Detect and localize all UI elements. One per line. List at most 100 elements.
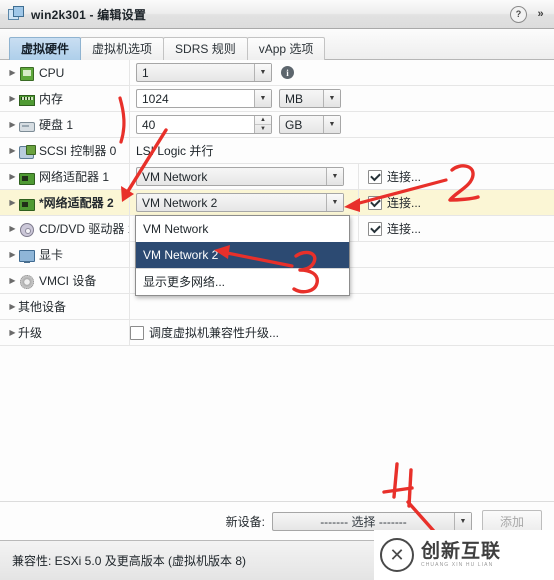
help-icon[interactable]: ? bbox=[510, 5, 527, 23]
window-title: win2k301 - 编辑设置 bbox=[31, 7, 147, 22]
expand-arrow-icon[interactable]: ▶ bbox=[7, 146, 18, 155]
expand-arrow-icon[interactable]: ▶ bbox=[7, 224, 18, 233]
device-row-scsi-controller[interactable]: ▶ SCSI 控制器 0 LSI Logic 并行 bbox=[0, 138, 554, 164]
expand-arrow-icon[interactable]: ▶ bbox=[7, 276, 18, 285]
device-row-network-adapter-2[interactable]: ▶ *网络适配器 2 VM Network 2 ▼ 连接... bbox=[0, 190, 554, 216]
network-1-combo[interactable]: VM Network ▼ bbox=[136, 167, 344, 186]
expand-arrow-icon[interactable]: ▶ bbox=[7, 94, 18, 103]
scsi-icon bbox=[18, 144, 36, 159]
expand-chevron-icon[interactable]: » bbox=[532, 7, 547, 22]
network-1-connect-cell[interactable]: 连接... bbox=[358, 164, 554, 189]
device-label-cell-other[interactable]: ▶ 其他设备 bbox=[0, 294, 130, 319]
cpu-count-combo[interactable]: 1 ▼ bbox=[136, 63, 272, 82]
network-2-dropdown-list[interactable]: VM Network VM Network 2 显示更多网络... bbox=[135, 215, 350, 296]
watermark-text: 创新互联 CHUANG XIN HU LIAN bbox=[421, 541, 501, 569]
chevron-down-icon[interactable]: ▼ bbox=[454, 512, 471, 530]
new-device-value: ------- 选择 ------- bbox=[320, 514, 407, 529]
dropdown-option-show-more-networks[interactable]: 显示更多网络... bbox=[136, 268, 349, 295]
device-label-network-2: *网络适配器 2 bbox=[39, 196, 114, 210]
chevron-down-icon[interactable]: ▼ bbox=[323, 90, 340, 107]
device-row-cpu[interactable]: ▶ CPU 1 ▼ i bbox=[0, 60, 554, 86]
device-row-harddisk[interactable]: ▶ 硬盘 1 40 ▲ ▼ GB ▼ bbox=[0, 112, 554, 138]
new-device-label: 新设备: bbox=[225, 514, 265, 529]
device-label-cell-videocard[interactable]: ▶ 显卡 bbox=[0, 242, 130, 267]
harddisk-size-input[interactable]: 40 ▲ ▼ bbox=[136, 115, 272, 134]
watermark-sub-text: CHUANG XIN HU LIAN bbox=[421, 562, 494, 569]
cpu-count-value: 1 bbox=[142, 65, 149, 80]
chevron-down-icon[interactable]: ▼ bbox=[254, 90, 271, 107]
expand-arrow-icon[interactable]: ▶ bbox=[7, 328, 18, 337]
info-icon[interactable]: i bbox=[281, 66, 294, 79]
device-label-cell-vmci[interactable]: ▶ VMCI 设备 bbox=[0, 268, 130, 293]
harddisk-unit-value: GB bbox=[285, 117, 303, 132]
new-device-combo[interactable]: ------- 选择 ------- ▼ bbox=[272, 511, 472, 531]
expand-arrow-icon[interactable]: ▶ bbox=[7, 198, 18, 207]
expand-arrow-icon[interactable]: ▶ bbox=[7, 172, 18, 181]
device-row-other-devices[interactable]: ▶ 其他设备 bbox=[0, 294, 554, 320]
device-row-memory[interactable]: ▶ 内存 1024 ▼ MB ▼ bbox=[0, 86, 554, 112]
scsi-controller-type: LSI Logic 并行 bbox=[136, 144, 214, 158]
tab-strip: 虚拟硬件 虚拟机选项 SDRS 规则 vApp 选项 bbox=[0, 29, 554, 60]
network-1-connect-checkbox[interactable] bbox=[368, 169, 382, 184]
cddvd-connect-checkbox[interactable] bbox=[368, 221, 382, 236]
device-label-upgrade: 升级 bbox=[18, 326, 43, 340]
cpu-icon bbox=[18, 66, 34, 81]
device-label-other: 其他设备 bbox=[18, 300, 67, 314]
dropdown-option-vm-network-2[interactable]: VM Network 2 bbox=[136, 242, 349, 268]
device-label-cddvd: CD/DVD 驱动器 1 bbox=[39, 222, 129, 236]
device-label-cell-network-1[interactable]: ▶ 网络适配器 1 bbox=[0, 164, 130, 189]
network-icon bbox=[18, 170, 35, 185]
tab-virtual-hardware[interactable]: 虚拟硬件 bbox=[9, 37, 82, 60]
device-label-cell-upgrade[interactable]: ▶ 升级 bbox=[0, 320, 130, 345]
device-value-cell-cpu: 1 ▼ i bbox=[130, 60, 554, 85]
schedule-upgrade-checkbox[interactable] bbox=[130, 325, 144, 340]
memory-size-input[interactable]: 1024 ▼ bbox=[136, 89, 272, 108]
device-label-cell-cddvd[interactable]: ▶ CD/DVD 驱动器 1 bbox=[0, 216, 130, 241]
device-label-cell-cpu[interactable]: ▶ CPU bbox=[0, 60, 130, 85]
device-label-memory: 内存 bbox=[39, 92, 64, 106]
cddvd-connect-cell[interactable]: 连接... bbox=[358, 216, 554, 241]
circled-x-logo-icon: ✕ bbox=[380, 538, 414, 572]
harddisk-size-value: 40 bbox=[142, 117, 156, 132]
tab-sdrs-rules[interactable]: SDRS 规则 bbox=[163, 37, 248, 60]
chevron-down-icon[interactable]: ▼ bbox=[323, 116, 340, 133]
memory-icon bbox=[18, 92, 35, 106]
device-value-cell-harddisk: 40 ▲ ▼ GB ▼ bbox=[130, 112, 554, 137]
chevron-down-icon[interactable]: ▼ bbox=[326, 168, 343, 185]
device-row-network-adapter-1[interactable]: ▶ 网络适配器 1 VM Network ▼ 连接... bbox=[0, 164, 554, 190]
chevron-down-icon[interactable]: ▼ bbox=[326, 194, 343, 211]
harddisk-icon bbox=[18, 118, 35, 132]
titlebar-buttons: ? » bbox=[510, 5, 547, 23]
tab-vapp-options[interactable]: vApp 选项 bbox=[246, 37, 326, 60]
network-2-combo[interactable]: VM Network 2 ▼ bbox=[136, 193, 344, 212]
device-label-cell-scsi[interactable]: ▶ SCSI 控制器 0 bbox=[0, 138, 130, 163]
memory-size-value: 1024 bbox=[142, 91, 169, 106]
device-label-cell-harddisk[interactable]: ▶ 硬盘 1 bbox=[0, 112, 130, 137]
device-value-cell-memory: 1024 ▼ MB ▼ bbox=[130, 86, 554, 111]
device-label-cpu: CPU bbox=[39, 65, 65, 80]
network-1-value: VM Network bbox=[142, 169, 208, 184]
tab-vm-options[interactable]: 虚拟机选项 bbox=[80, 37, 165, 60]
network-2-connect-cell[interactable]: 连接... bbox=[358, 190, 554, 215]
harddisk-size-stepper[interactable]: ▲ ▼ bbox=[254, 116, 271, 133]
expand-arrow-icon[interactable]: ▶ bbox=[7, 120, 18, 129]
harddisk-unit-combo[interactable]: GB ▼ bbox=[279, 115, 341, 134]
device-label-videocard: 显卡 bbox=[39, 248, 64, 262]
network-2-connect-checkbox[interactable] bbox=[368, 195, 382, 210]
device-label-cell-memory[interactable]: ▶ 内存 bbox=[0, 86, 130, 111]
device-label-cell-network-2[interactable]: ▶ *网络适配器 2 bbox=[0, 190, 130, 215]
device-value-cell-other bbox=[130, 294, 554, 319]
device-row-upgrade[interactable]: ▶ 升级 调度虚拟机兼容性升级... bbox=[0, 320, 554, 346]
vm-window-icon bbox=[8, 6, 24, 22]
device-label-network-1: 网络适配器 1 bbox=[39, 170, 110, 184]
cddvd-icon bbox=[18, 222, 34, 237]
memory-unit-combo[interactable]: MB ▼ bbox=[279, 89, 341, 108]
dropdown-option-vm-network[interactable]: VM Network bbox=[136, 216, 349, 242]
expand-arrow-icon[interactable]: ▶ bbox=[7, 250, 18, 259]
network-1-connect-label: 连接... bbox=[387, 170, 422, 184]
upgrade-checkbox-cell[interactable]: 调度虚拟机兼容性升级... bbox=[130, 320, 554, 345]
expand-arrow-icon[interactable]: ▶ bbox=[7, 302, 18, 311]
expand-arrow-icon[interactable]: ▶ bbox=[7, 68, 18, 77]
device-label-vmci: VMCI 设备 bbox=[39, 274, 97, 288]
chevron-down-icon[interactable]: ▼ bbox=[254, 64, 271, 81]
